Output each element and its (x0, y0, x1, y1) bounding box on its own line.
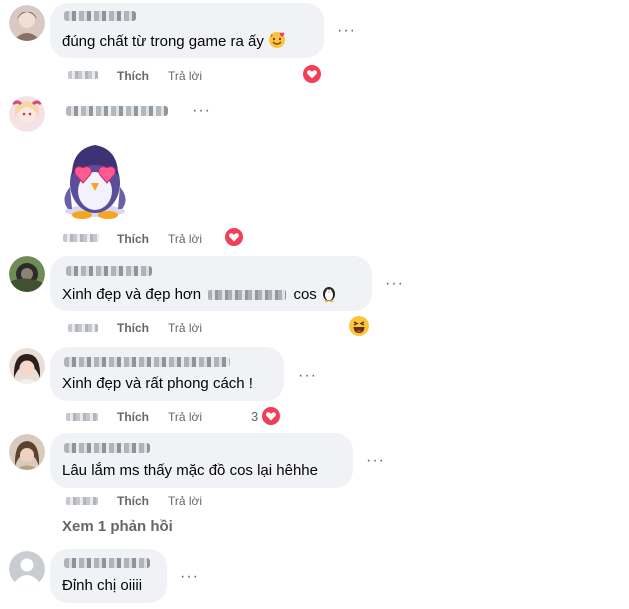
comment-text-content: đúng chất từ trong game ra ấy (62, 33, 264, 50)
tagged-name[interactable] (208, 290, 287, 301)
comment-bubble: Lâu lắm ms thấy mặc đồ cos lại hêhhe (50, 433, 353, 488)
more-options-icon[interactable]: ··· (366, 453, 385, 469)
comment-text: Xinh đẹp và rất phong cách ! (62, 375, 253, 392)
comment-text: Lâu lắm ms thấy mặc đồ cos lại hêhhe (62, 462, 318, 479)
comment-bubble: Đỉnh chị oiiii (50, 549, 167, 603)
comment-bubble: Xinh đẹp và rất phong cách ! (50, 347, 284, 401)
commenter-name[interactable] (64, 11, 136, 21)
love-reaction-icon[interactable] (303, 65, 321, 83)
commenter-name[interactable] (66, 266, 152, 276)
like-button[interactable]: Thích (117, 493, 149, 509)
reaction-count[interactable]: 3 (251, 409, 258, 425)
comment-timestamp[interactable] (66, 413, 98, 421)
more-options-icon[interactable]: ··· (192, 103, 211, 119)
commenter-name[interactable] (64, 443, 150, 453)
comment-timestamp[interactable] (63, 234, 99, 242)
more-options-icon[interactable]: ··· (180, 569, 199, 585)
like-button[interactable]: Thích (117, 320, 149, 336)
commenter-name[interactable] (66, 106, 168, 116)
reply-button[interactable]: Trả lời (168, 320, 202, 336)
avatar[interactable] (9, 256, 45, 292)
like-button[interactable]: Thích (117, 409, 149, 425)
more-options-icon[interactable]: ··· (298, 368, 317, 384)
commenter-name[interactable] (64, 558, 150, 568)
comment-text: Xinh đẹp và đẹp hơn cos (62, 284, 337, 308)
more-options-icon[interactable]: ··· (385, 276, 404, 292)
avatar[interactable] (9, 5, 45, 41)
comment-text: Đỉnh chị oiiii (62, 577, 143, 594)
commenter-name[interactable] (64, 357, 230, 367)
reply-button[interactable]: Trả lời (168, 231, 202, 247)
love-reaction-icon[interactable] (225, 228, 243, 246)
comment-timestamp[interactable] (68, 71, 98, 79)
reply-button[interactable]: Trả lời (168, 68, 202, 84)
reply-button[interactable]: Trả lời (168, 409, 202, 425)
like-button[interactable]: Thích (117, 231, 149, 247)
smiling-face-with-hearts-icon (268, 31, 286, 55)
avatar[interactable] (9, 96, 45, 132)
avatar[interactable] (9, 348, 45, 384)
haha-reaction-icon[interactable] (349, 316, 369, 336)
comment-timestamp[interactable] (66, 497, 98, 505)
reply-button[interactable]: Trả lời (168, 493, 202, 509)
comment-timestamp[interactable] (68, 324, 98, 332)
comment-text: đúng chất từ trong game ra ấy (62, 31, 286, 55)
view-replies-link[interactable]: Xem 1 phản hồi (62, 518, 173, 535)
penguin-icon (321, 284, 337, 308)
like-button[interactable]: Thích (117, 68, 149, 84)
comment-text-content: cos (293, 286, 317, 303)
comment-bubble: đúng chất từ trong game ra ấy (50, 3, 324, 58)
love-reaction-icon[interactable] (262, 407, 280, 425)
comment-bubble: Xinh đẹp và đẹp hơn cos (50, 256, 372, 311)
more-options-icon[interactable]: ··· (337, 23, 356, 39)
comment-text-content: Xinh đẹp và đẹp hơn (62, 286, 202, 303)
avatar[interactable] (9, 551, 45, 587)
penguin-heart-eyes-sticker (58, 139, 132, 219)
avatar[interactable] (9, 434, 45, 470)
